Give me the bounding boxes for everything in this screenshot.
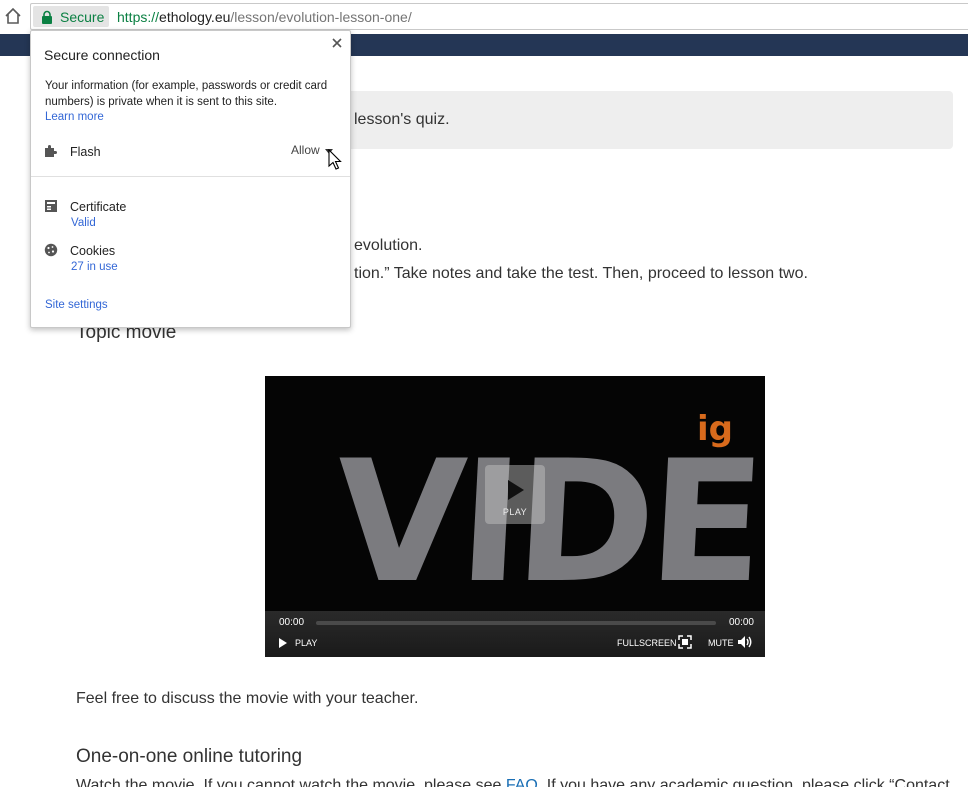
url-text[interactable]: https://ethology.eu/lesson/evolution-les… (117, 9, 412, 25)
current-time: 00:00 (279, 617, 305, 628)
browser-toolbar: Secure https://ethology.eu/lesson/evolut… (0, 0, 968, 33)
address-bar[interactable]: Secure https://ethology.eu/lesson/evolut… (30, 3, 968, 30)
intro-line-2: tion.” Take notes and take the test. The… (354, 265, 808, 282)
mouse-pointer-icon (328, 149, 342, 170)
cookies-in-use-link[interactable]: 27 in use (71, 261, 118, 273)
puzzle-piece-icon (45, 145, 57, 157)
progress-bar[interactable] (316, 621, 716, 625)
url-scheme: https:// (117, 9, 160, 25)
video-controls: 00:00 00:00 PLAY FULLSCREEN MUTE (265, 611, 765, 657)
flash-permission-value: Allow (291, 143, 320, 157)
security-popup: Secure connection Your information (for … (30, 30, 351, 328)
certificate-icon (45, 200, 57, 212)
play-overlay-label: PLAY (502, 507, 528, 517)
faq-link[interactable]: FAQ (506, 777, 538, 787)
speaker-icon[interactable] (737, 635, 753, 649)
tutoring-text-before: Watch the movie. If you cannot watch the… (76, 777, 506, 787)
popup-title: Secure connection (44, 47, 160, 63)
flash-permission-select[interactable]: Allow (291, 143, 333, 157)
security-chip[interactable]: Secure (33, 6, 109, 27)
intro-line-1: evolution. (354, 237, 423, 254)
play-icon (508, 480, 524, 500)
url-path: /lesson/evolution-lesson-one/ (230, 9, 412, 25)
close-icon[interactable] (331, 37, 343, 49)
flash-label: Flash (70, 145, 101, 159)
tutoring-text-after: . If you have any academic question, ple… (537, 777, 950, 787)
popup-divider (31, 176, 350, 177)
big-play-button[interactable]: PLAY (485, 465, 545, 524)
fullscreen-button[interactable]: FULLSCREEN (617, 638, 677, 648)
certificate-valid-link[interactable]: Valid (71, 217, 96, 229)
popup-description: Your information (for example, passwords… (45, 80, 328, 108)
url-host: ethology.eu (159, 9, 231, 25)
mute-button[interactable]: MUTE (708, 638, 734, 648)
site-settings-link[interactable]: Site settings (45, 299, 108, 311)
lock-icon (42, 10, 52, 24)
discuss-text: Feel free to discuss the movie with your… (76, 690, 419, 707)
secure-label: Secure (60, 9, 105, 25)
learn-more-link[interactable]: Learn more (45, 111, 104, 123)
certificate-label: Certificate (70, 200, 127, 214)
play-label: PLAY (295, 638, 318, 648)
home-icon[interactable] (4, 7, 22, 25)
notice-text: lesson's quiz. (354, 111, 450, 128)
cookie-icon (44, 243, 58, 257)
brand-mark: ig (697, 409, 733, 449)
tutoring-text: Watch the movie. If you cannot watch the… (76, 777, 950, 787)
video-player[interactable]: VIDEO ig PLAY 00:00 00:00 PLAY FULLSCREE… (265, 376, 765, 657)
poster-text: VIDEO (330, 424, 765, 611)
duration: 00:00 (728, 617, 754, 628)
play-icon (279, 638, 287, 648)
tutoring-heading: One-on-one online tutoring (76, 746, 303, 767)
fullscreen-icon[interactable] (678, 635, 692, 649)
cookies-label: Cookies (70, 244, 116, 258)
